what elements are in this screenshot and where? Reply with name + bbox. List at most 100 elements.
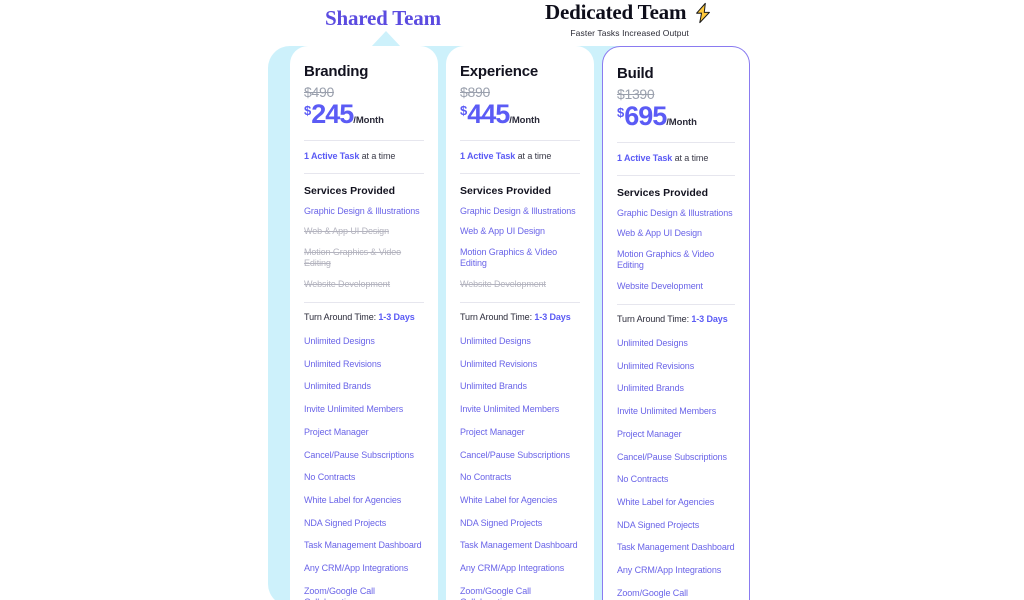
feature-item: Any CRM/App Integrations (304, 562, 409, 573)
active-task-count: 1 Active Task (459, 150, 516, 161)
feature-item: Unlimited Revisions (304, 358, 382, 369)
plan-name: Build (616, 65, 654, 82)
turnaround-value: 1-3 Days (534, 312, 571, 323)
turnaround-label: Turn Around Time: (616, 314, 692, 325)
service-item: Graphic Design & Illustrations (616, 207, 733, 218)
old-price: $890 (459, 83, 490, 100)
divider (459, 172, 580, 174)
active-task-note: 1 Active Task at a time (304, 151, 424, 161)
feature-item: Unlimited Designs (459, 336, 531, 347)
price-row: $ 245 /Month (304, 98, 424, 129)
feature-item: Unlimited Brands (459, 381, 527, 392)
feature-item: No Contracts (459, 472, 512, 483)
feature-item: Zoom/Google Call Collaboration (616, 587, 688, 600)
feature-item: Any CRM/App Integrations (616, 564, 722, 575)
active-task-suffix: at a time (672, 152, 709, 163)
currency-symbol: $ (616, 104, 625, 120)
feature-item: Task Management Dashboard (459, 540, 578, 551)
pricing-cards: Branding $490 $ 245 /Month 1 Active Task… (268, 46, 751, 600)
feature-item: No Contracts (304, 472, 356, 483)
pricing-page: Shared Team Dedicated Team Faster Tasks … (0, 0, 1024, 600)
active-task-note: 1 Active Task at a time (460, 151, 580, 161)
services-provided-title: Services Provided (616, 186, 709, 199)
price-amount: 445 (467, 98, 510, 129)
feature-item: White Label for Agencies (616, 496, 715, 507)
turnaround-time: Turn Around Time: 1-3 Days (617, 314, 735, 324)
service-item: Web & App UI Design (616, 228, 702, 239)
feature-item: Unlimited Designs (304, 336, 375, 347)
divider (616, 304, 736, 306)
turnaround-label: Turn Around Time: (459, 312, 535, 323)
turnaround-value: 1-3 Days (378, 312, 415, 323)
turnaround-value: 1-3 Days (691, 314, 728, 325)
feature-item: No Contracts (616, 474, 669, 485)
feature-list: Unlimited Designs Unlimited Revisions Un… (617, 338, 735, 600)
feature-item: Unlimited Brands (304, 381, 371, 392)
service-item: Motion Graphics & Video Editing (616, 248, 715, 271)
feature-item: White Label for Agencies (304, 494, 402, 505)
old-price: $1390 (616, 85, 655, 102)
price-period: /Month (666, 116, 697, 128)
feature-item: NDA Signed Projects (304, 517, 387, 528)
pricing-card-build[interactable]: Build $1390 $ 695 /Month 1 Active Task a… (601, 46, 751, 600)
feature-item: Unlimited Revisions (616, 360, 695, 371)
services-provided-title: Services Provided (304, 184, 396, 197)
divider (616, 141, 736, 143)
feature-item: Unlimited Brands (616, 383, 684, 394)
service-item: Website Development (616, 280, 703, 291)
tab-dedicated-team[interactable]: Dedicated Team Faster Tasks Increased Ou… (545, 0, 714, 38)
divider (304, 302, 424, 304)
price-period: /Month (509, 114, 540, 126)
tab-shared-team[interactable]: Shared Team (325, 6, 441, 31)
plan-name: Branding (304, 63, 369, 80)
feature-item: Project Manager (304, 426, 369, 437)
divider (304, 139, 424, 141)
feature-item: Cancel/Pause Subscriptions (459, 449, 570, 460)
currency-symbol: $ (459, 102, 468, 118)
feature-item: Invite Unlimited Members (459, 404, 560, 415)
service-item: Motion Graphics & Video Editing (304, 246, 402, 269)
turnaround-time: Turn Around Time: 1-3 Days (304, 312, 424, 322)
price-row: $ 695 /Month (616, 102, 735, 130)
price-period: /Month (353, 114, 384, 126)
feature-item: Zoom/Google Call Collaboration (304, 585, 375, 600)
pricing-card-experience[interactable]: Experience $890 $ 445 /Month 1 Active Ta… (445, 46, 594, 600)
plan-type-tabs: Shared Team Dedicated Team Faster Tasks … (0, 0, 1024, 48)
feature-item: Unlimited Designs (616, 338, 688, 349)
active-task-suffix: at a time (359, 150, 396, 161)
services-list: Graphic Design & Illustrations Web & App… (460, 206, 580, 291)
price-amount: 245 (311, 98, 354, 129)
feature-item: Invite Unlimited Members (616, 406, 717, 417)
turnaround-time: Turn Around Time: 1-3 Days (460, 312, 580, 322)
feature-item: Task Management Dashboard (304, 540, 422, 551)
feature-list: Unlimited Designs Unlimited Revisions Un… (460, 336, 580, 600)
active-task-suffix: at a time (515, 150, 552, 161)
services-list: Graphic Design & Illustrations Web & App… (304, 206, 424, 291)
service-item: Graphic Design & Illustrations (459, 205, 576, 216)
pricing-shell: Branding $490 $ 245 /Month 1 Active Task… (268, 46, 751, 600)
turnaround-label: Turn Around Time: (304, 312, 379, 323)
feature-item: NDA Signed Projects (459, 517, 543, 528)
feature-item: Invite Unlimited Members (304, 404, 404, 415)
divider (459, 139, 580, 141)
active-task-count: 1 Active Task (616, 152, 673, 163)
services-provided-title: Services Provided (459, 184, 552, 197)
active-task-count: 1 Active Task (304, 150, 360, 161)
service-item: Website Development (459, 278, 546, 289)
feature-item: Any CRM/App Integrations (459, 562, 565, 573)
service-item: Graphic Design & Illustrations (304, 205, 420, 216)
feature-item: Cancel/Pause Subscriptions (616, 451, 727, 462)
feature-item: Task Management Dashboard (616, 542, 735, 553)
feature-item: Cancel/Pause Subscriptions (304, 449, 414, 460)
services-list: Graphic Design & Illustrations Web & App… (617, 208, 735, 293)
divider (304, 172, 424, 174)
currency-symbol: $ (304, 102, 312, 118)
old-price: $490 (304, 83, 334, 100)
feature-item: Zoom/Google Call Collaboration (459, 585, 531, 600)
feature-item: White Label for Agencies (459, 494, 558, 505)
pricing-card-branding[interactable]: Branding $490 $ 245 /Month 1 Active Task… (290, 46, 438, 600)
service-item: Web & App UI Design (459, 226, 545, 237)
feature-item: Project Manager (459, 426, 525, 437)
service-item: Website Development (304, 278, 390, 289)
divider (459, 302, 580, 304)
